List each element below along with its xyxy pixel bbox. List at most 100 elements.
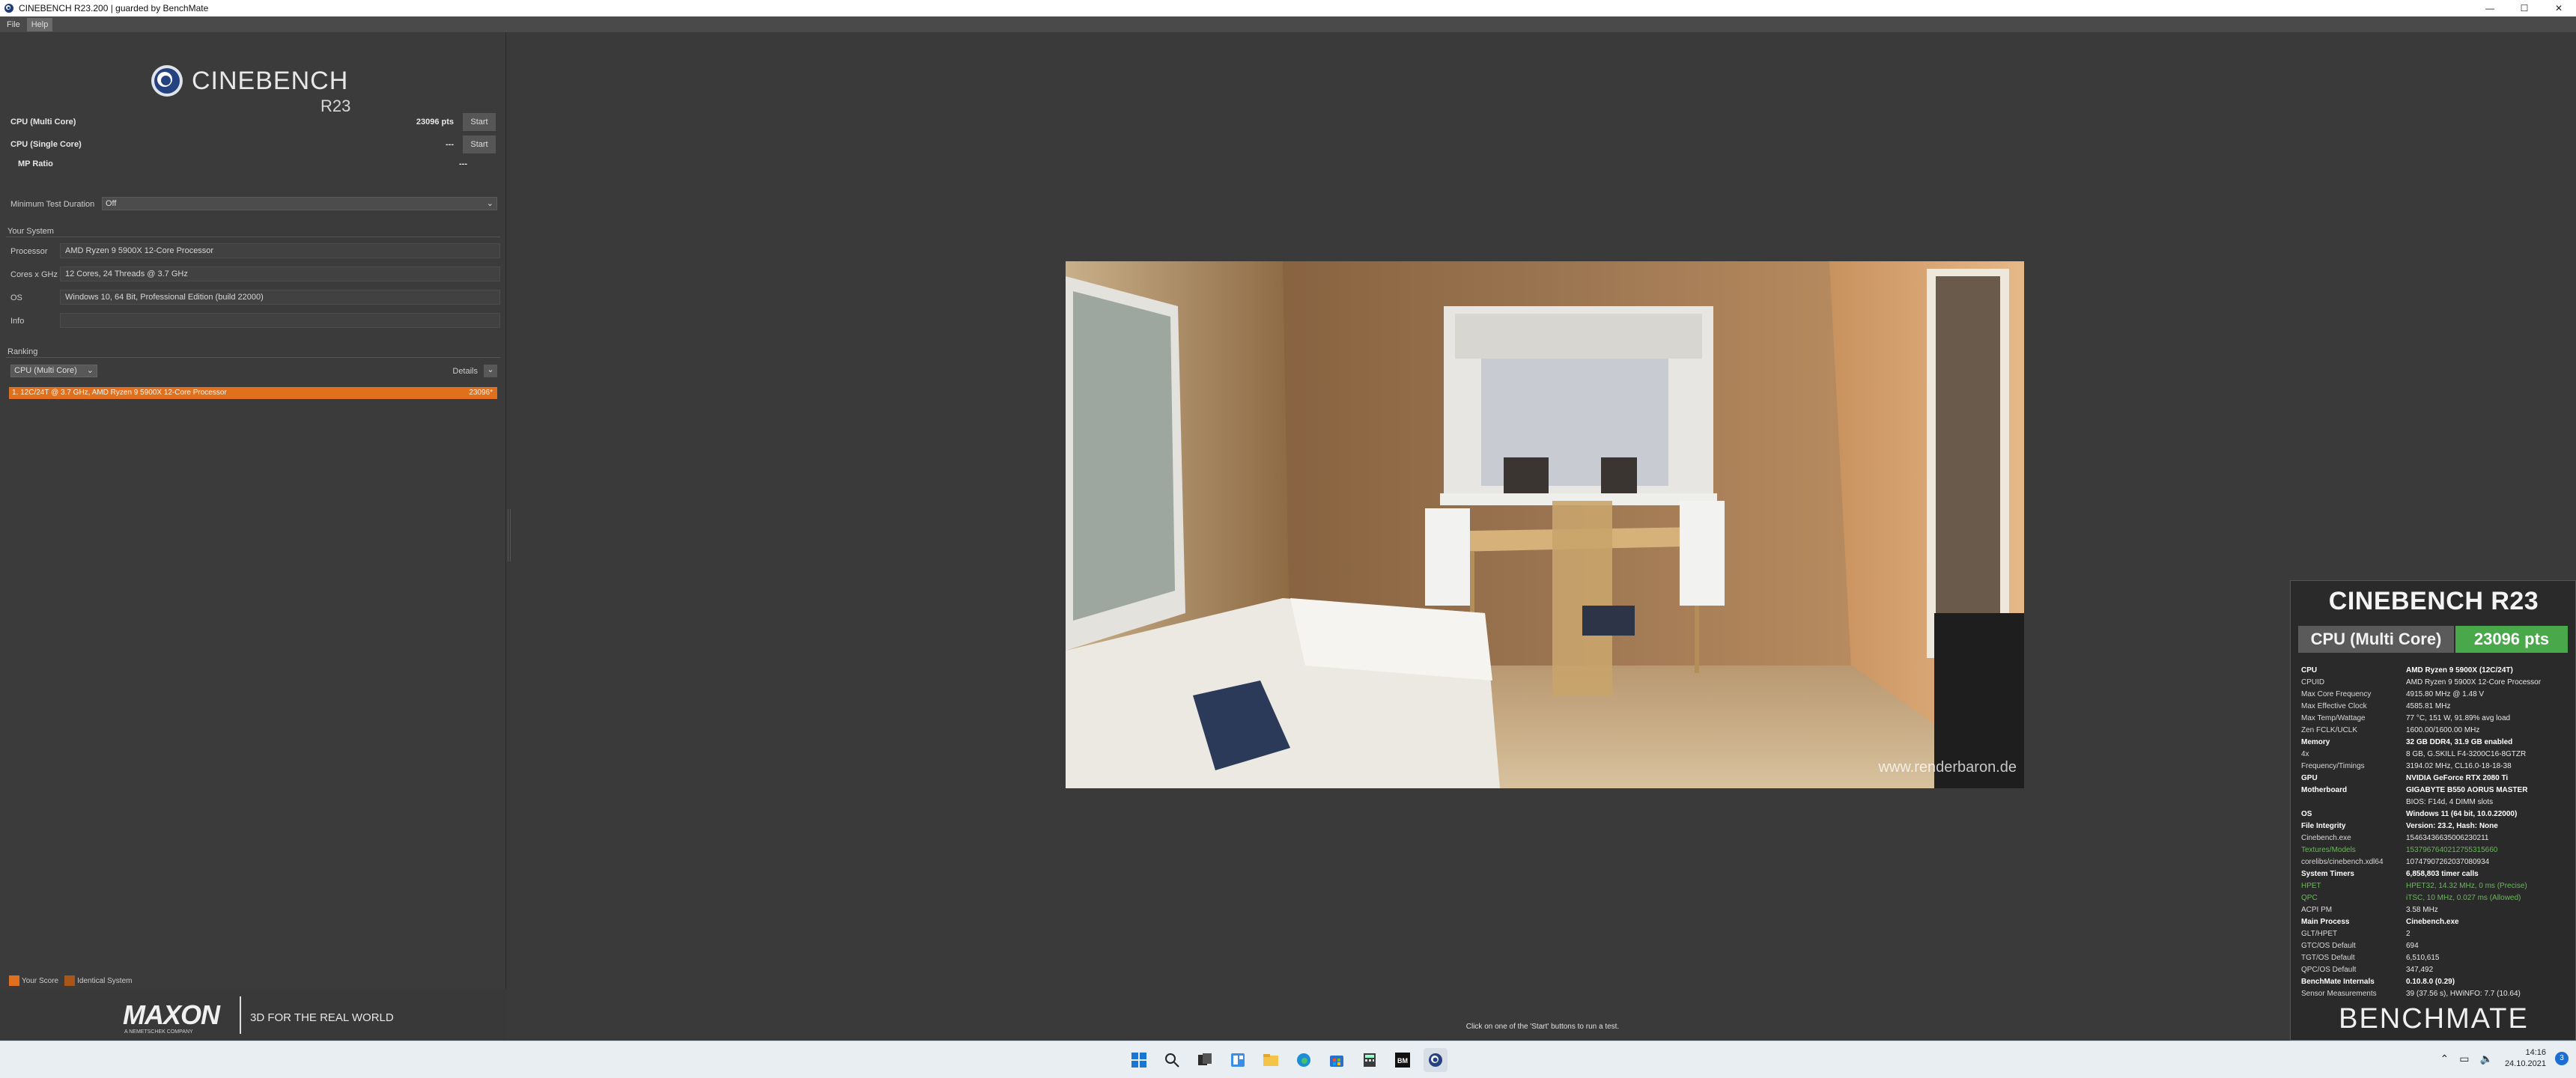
system-tray: ⌃ ▭ 🔈 14:16 24.10.2021 3 [2430, 1047, 2569, 1070]
benchmate-info-key: Cinebench.exe [2301, 834, 2351, 842]
min-test-duration-value: Off [106, 199, 117, 208]
task-view-icon[interactable] [1193, 1048, 1217, 1072]
notification-badge[interactable]: 3 [2555, 1052, 2569, 1065]
details-toggle-button[interactable]: ⌄ [484, 365, 497, 377]
benchmate-info-row: Motherboard GIGABYTE B550 AORUS MASTER [2301, 785, 2571, 797]
mp-ratio-row: MP Ratio --- [18, 159, 467, 168]
widgets-icon[interactable] [1226, 1048, 1250, 1072]
benchmate-info-value: Version: 23.2, Hash: None [2406, 822, 2498, 830]
info-input[interactable] [60, 313, 500, 328]
benchmate-info-value: AMD Ryzen 9 5900X (12C/24T) [2406, 666, 2513, 674]
benchmate-logo: BENCHMATE [2339, 1003, 2529, 1035]
benchmate-info-row: Main Process Cinebench.exe [2301, 916, 2571, 928]
system-row-os: OS Windows 10, 64 Bit, Professional Edit… [6, 288, 500, 306]
details-label[interactable]: Details [452, 367, 478, 376]
benchmate-info-row: GPU NVIDIA GeForce RTX 2080 Ti [2301, 773, 2571, 785]
test-label-multi: CPU (Multi Core) [10, 118, 76, 127]
benchmate-info-row: CPU AMD Ryzen 9 5900X (12C/24T) [2301, 665, 2571, 677]
benchmate-info-key: File Integrity [2301, 822, 2346, 830]
min-test-duration: Minimum Test Duration Off ⌄ [9, 197, 497, 212]
minimize-button[interactable]: — [2473, 0, 2507, 16]
benchmate-info-row: System Timers 6,858,803 timer calls [2301, 868, 2571, 880]
benchmate-info-key: Motherboard [2301, 786, 2348, 794]
benchmate-info-key: QPC [2301, 894, 2318, 902]
store-icon[interactable] [1325, 1048, 1349, 1072]
benchmate-info-key: GPU [2301, 774, 2318, 782]
mp-ratio-value: --- [459, 159, 467, 168]
close-button[interactable]: ✕ [2542, 0, 2576, 16]
benchmate-info-key [2301, 797, 2406, 808]
benchmate-info-row: BIOS: F14d, 4 DIMM slots [2301, 797, 2571, 808]
benchmate-info-row: TGT/OS Default 6,510,615 [2301, 952, 2571, 964]
window-title: CINEBENCH R23.200 | guarded by BenchMate [19, 3, 209, 13]
taskbar-icons: BM [1127, 1048, 1456, 1072]
benchmate-info-row: BenchMate Internals 0.10.8.0 (0.29) [2301, 976, 2571, 988]
test-row-multi: CPU (Multi Core) 23096 pts Start [9, 113, 496, 131]
menu-help[interactable]: Help [26, 17, 53, 31]
system-key: Cores x GHz [10, 270, 58, 279]
legend-identical-system: Identical System [77, 976, 133, 985]
menu-file[interactable]: File [2, 18, 25, 31]
display-icon[interactable]: ▭ [2459, 1053, 2469, 1065]
maxon-subtitle: A NEMETSCHEK COMPANY [124, 1029, 193, 1035]
mp-ratio-label: MP Ratio [18, 159, 53, 168]
ranking-entry-label: 1. 12C/24T @ 3.7 GHz, AMD Ryzen 9 5900X … [12, 389, 227, 397]
ranking-mode-select[interactable]: CPU (Multi Core) ⌄ [10, 365, 97, 377]
benchmate-info-row: Textures/Models 1537967640212755315660 [2301, 844, 2571, 856]
benchmate-info-value: 77 °C, 151 W, 91.89% avg load [2406, 714, 2511, 722]
benchmate-score: 23096 pts [2455, 626, 2568, 653]
benchmate-info-row: Max Core Frequency 4915.80 MHz @ 1.48 V [2301, 689, 2571, 701]
system-value: AMD Ryzen 9 5900X 12-Core Processor [60, 243, 500, 258]
left-panel: CINEBENCH R23 CPU (Multi Core) 23096 pts… [0, 32, 506, 1041]
search-icon[interactable] [1160, 1048, 1184, 1072]
calculator-icon[interactable] [1358, 1048, 1382, 1072]
benchmate-title: CINEBENCH R23 [2328, 587, 2539, 615]
benchmate-info-value: 1600.00/1600.00 MHz [2406, 726, 2480, 734]
benchmate-info-row: ACPI PM 3.58 MHz [2301, 904, 2571, 916]
benchmate-info-row: CPUID AMD Ryzen 9 5900X 12-Core Processor [2301, 677, 2571, 689]
benchmate-info-value: 8 GB, G.SKILL F4-3200C16-8GTZR [2406, 750, 2527, 758]
min-test-duration-select[interactable]: Off ⌄ [102, 197, 497, 210]
benchmate-info-value: 10747907262037080934 [2406, 858, 2490, 866]
benchmate-info-list: CPU AMD Ryzen 9 5900X (12C/24T) CPUID AMD R… [2301, 665, 2571, 1000]
benchmate-info-row: Cinebench.exe 15463436635006230211 [2301, 832, 2571, 844]
render-viewport: www.renderbaron.de [1066, 261, 2024, 788]
benchmate-info-value: 0.10.8.0 (0.29) [2406, 978, 2455, 986]
file-explorer-icon[interactable] [1259, 1048, 1283, 1072]
speaker-icon[interactable]: 🔈 [2480, 1053, 2493, 1065]
svg-text:BM: BM [1397, 1057, 1408, 1065]
start-multi-button[interactable]: Start [463, 113, 496, 131]
cinema4d-logo-icon [151, 65, 183, 97]
clock[interactable]: 14:16 24.10.2021 [2505, 1047, 2546, 1070]
edge-icon[interactable] [1292, 1048, 1316, 1072]
benchmate-info-value: 2 [2406, 930, 2411, 938]
benchmate-info-value: Windows 11 (64 bit, 10.0.22000) [2406, 810, 2518, 818]
benchmate-info-row: QPC/OS Default 347,492 [2301, 964, 2571, 976]
benchmate-info-row: Sensor Measurements 39 (37.56 s), HWiNFO:… [2301, 988, 2571, 1000]
ranking-entry[interactable]: 1. 12C/24T @ 3.7 GHz, AMD Ryzen 9 5900X … [9, 387, 497, 399]
benchmate-info-value: HPET32, 14.32 MHz, 0 ms (Precise) [2406, 882, 2527, 890]
benchmate-info-value: 3.58 MHz [2406, 906, 2438, 914]
chevron-up-icon[interactable]: ⌃ [2440, 1053, 2449, 1065]
system-row-processor: Processor AMD Ryzen 9 5900X 12-Core Proc… [6, 242, 500, 260]
maxon-logo: MAXON [123, 999, 220, 1030]
benchmate-icon[interactable]: BM [1391, 1048, 1415, 1072]
maximize-button[interactable]: ☐ [2507, 0, 2542, 16]
windows-start-icon[interactable] [1127, 1048, 1151, 1072]
benchmate-info-key: Max Temp/Wattage [2301, 714, 2366, 722]
start-single-button[interactable]: Start [463, 135, 496, 153]
test-score-single: --- [446, 140, 454, 149]
benchmate-info-key: Zen FCLK/UCLK [2301, 726, 2358, 734]
panel-splitter-handle[interactable] [508, 509, 511, 561]
benchmate-info-value: 6,858,803 timer calls [2406, 870, 2479, 878]
benchmate-info-key: Max Effective Clock [2301, 702, 2367, 710]
cinebench-icon[interactable] [1424, 1048, 1448, 1072]
benchmate-info-value: NVIDIA GeForce RTX 2080 Ti [2406, 774, 2509, 782]
benchmate-info-value: 32 GB DDR4, 31.9 GB enabled [2406, 738, 2513, 746]
benchmate-info-value: 39 (37.56 s), HWiNFO: 7.7 (10.64) [2406, 990, 2521, 998]
cinebench-app-icon [4, 4, 13, 13]
benchmate-info-key: Frequency/Timings [2301, 762, 2365, 770]
benchmate-info-row: GTC/OS Default 694 [2301, 940, 2571, 952]
clock-date: 24.10.2021 [2504, 1059, 2546, 1068]
benchmate-info-row: Memory 32 GB DDR4, 31.9 GB enabled [2301, 737, 2571, 749]
